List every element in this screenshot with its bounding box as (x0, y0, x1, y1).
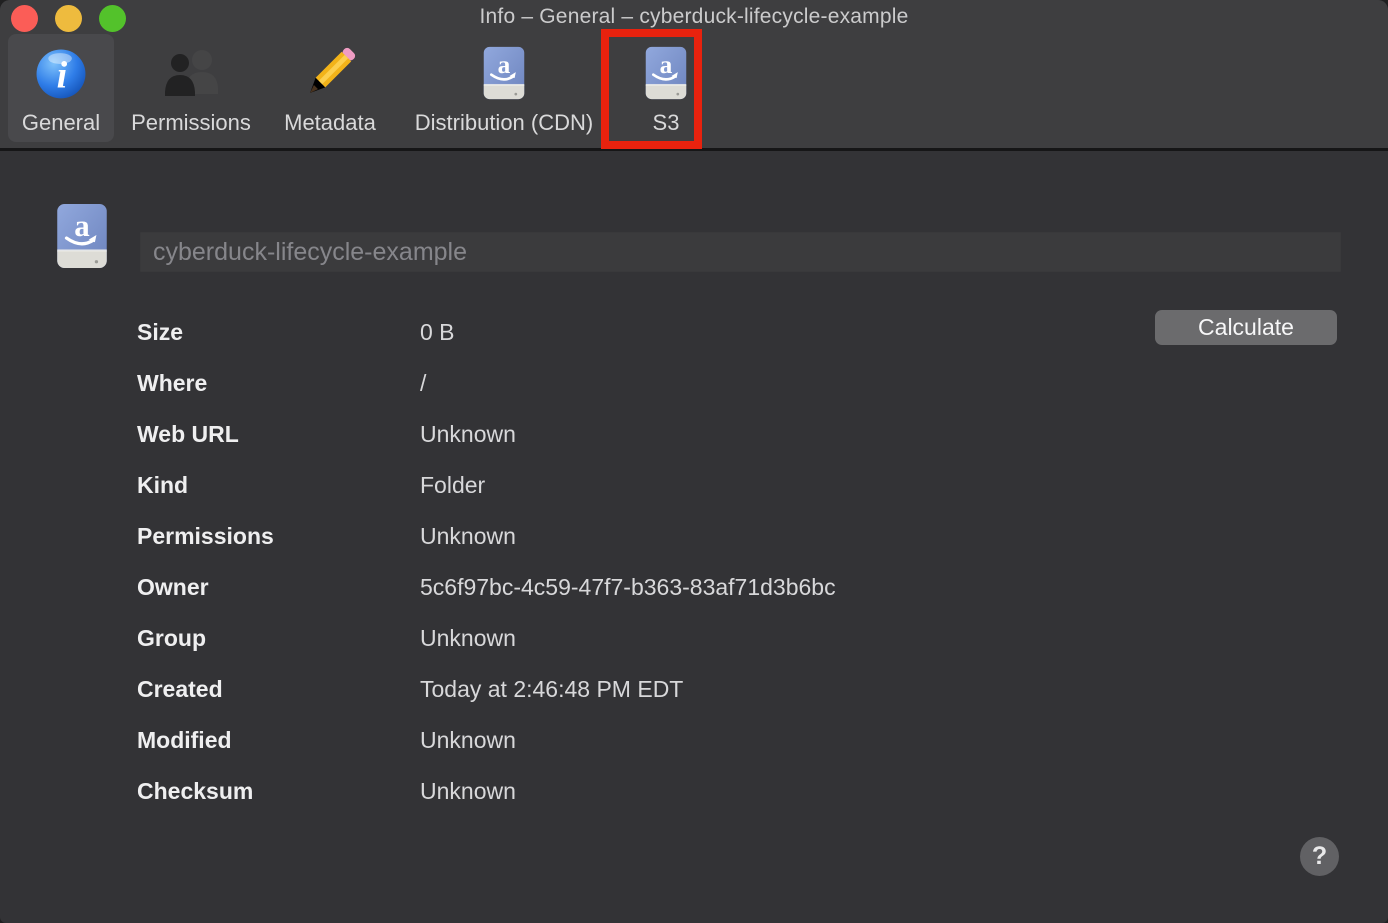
info-icon (32, 40, 90, 106)
help-button[interactable]: ? (1300, 837, 1339, 876)
tab-permissions-label: Permissions (131, 110, 251, 136)
tab-general-label: General (22, 110, 100, 136)
row-kind-value: Folder (420, 472, 485, 499)
row-size-label: Size (137, 319, 420, 346)
toolbar-tabs: General Permissions Metadata Distributio… (8, 34, 708, 142)
row-owner-value: 5c6f97bc-4c59-47f7-b363-83af71d3b6bc (420, 574, 836, 601)
row-web-url-label: Web URL (137, 421, 420, 448)
row-group: Group Unknown (137, 613, 836, 664)
window-title: Info – General – cyberduck-lifecycle-exa… (0, 5, 1388, 29)
row-group-label: Group (137, 625, 420, 652)
amazon-drive-icon (477, 40, 531, 106)
row-created: Created Today at 2:46:48 PM EDT (137, 664, 836, 715)
filename-input[interactable] (140, 232, 1341, 272)
info-rows: Size 0 B Where / Web URL Unknown Kind Fo… (137, 307, 836, 817)
row-permissions-label: Permissions (137, 523, 420, 550)
row-kind: Kind Folder (137, 460, 836, 511)
info-window: Info – General – cyberduck-lifecycle-exa… (0, 0, 1388, 923)
row-permissions: Permissions Unknown (137, 511, 836, 562)
tab-distribution-cdn-label: Distribution (CDN) (415, 110, 593, 136)
row-created-label: Created (137, 676, 420, 703)
row-size: Size 0 B (137, 307, 836, 358)
general-panel: Size 0 B Where / Web URL Unknown Kind Fo… (0, 151, 1388, 923)
tab-permissions[interactable]: Permissions (114, 34, 268, 142)
row-modified-label: Modified (137, 727, 420, 754)
amazon-drive-icon (639, 40, 693, 106)
row-web-url: Web URL Unknown (137, 409, 836, 460)
row-checksum-value: Unknown (420, 778, 516, 805)
row-group-value: Unknown (420, 625, 516, 652)
row-owner-label: Owner (137, 574, 420, 601)
people-icon (158, 40, 224, 106)
row-owner: Owner 5c6f97bc-4c59-47f7-b363-83af71d3b6… (137, 562, 836, 613)
row-where: Where / (137, 358, 836, 409)
titlebar-toolbar: Info – General – cyberduck-lifecycle-exa… (0, 0, 1388, 151)
calculate-button[interactable]: Calculate (1155, 310, 1337, 345)
row-kind-label: Kind (137, 472, 420, 499)
row-modified: Modified Unknown (137, 715, 836, 766)
tab-metadata-label: Metadata (284, 110, 376, 136)
pencil-icon (299, 40, 361, 106)
row-checksum-label: Checksum (137, 778, 420, 805)
tab-general[interactable]: General (8, 34, 114, 142)
row-size-value: 0 B (420, 319, 455, 346)
row-where-value: / (420, 370, 426, 397)
row-modified-value: Unknown (420, 727, 516, 754)
amazon-drive-icon (47, 203, 117, 269)
row-created-value: Today at 2:46:48 PM EDT (420, 676, 683, 703)
row-where-label: Where (137, 370, 420, 397)
row-permissions-value: Unknown (420, 523, 516, 550)
row-web-url-value: Unknown (420, 421, 516, 448)
tab-metadata[interactable]: Metadata (268, 34, 392, 142)
tab-s3[interactable]: S3 (624, 34, 708, 142)
tab-distribution-cdn[interactable]: Distribution (CDN) (392, 34, 616, 142)
tab-s3-label: S3 (653, 110, 680, 136)
row-checksum: Checksum Unknown (137, 766, 836, 817)
